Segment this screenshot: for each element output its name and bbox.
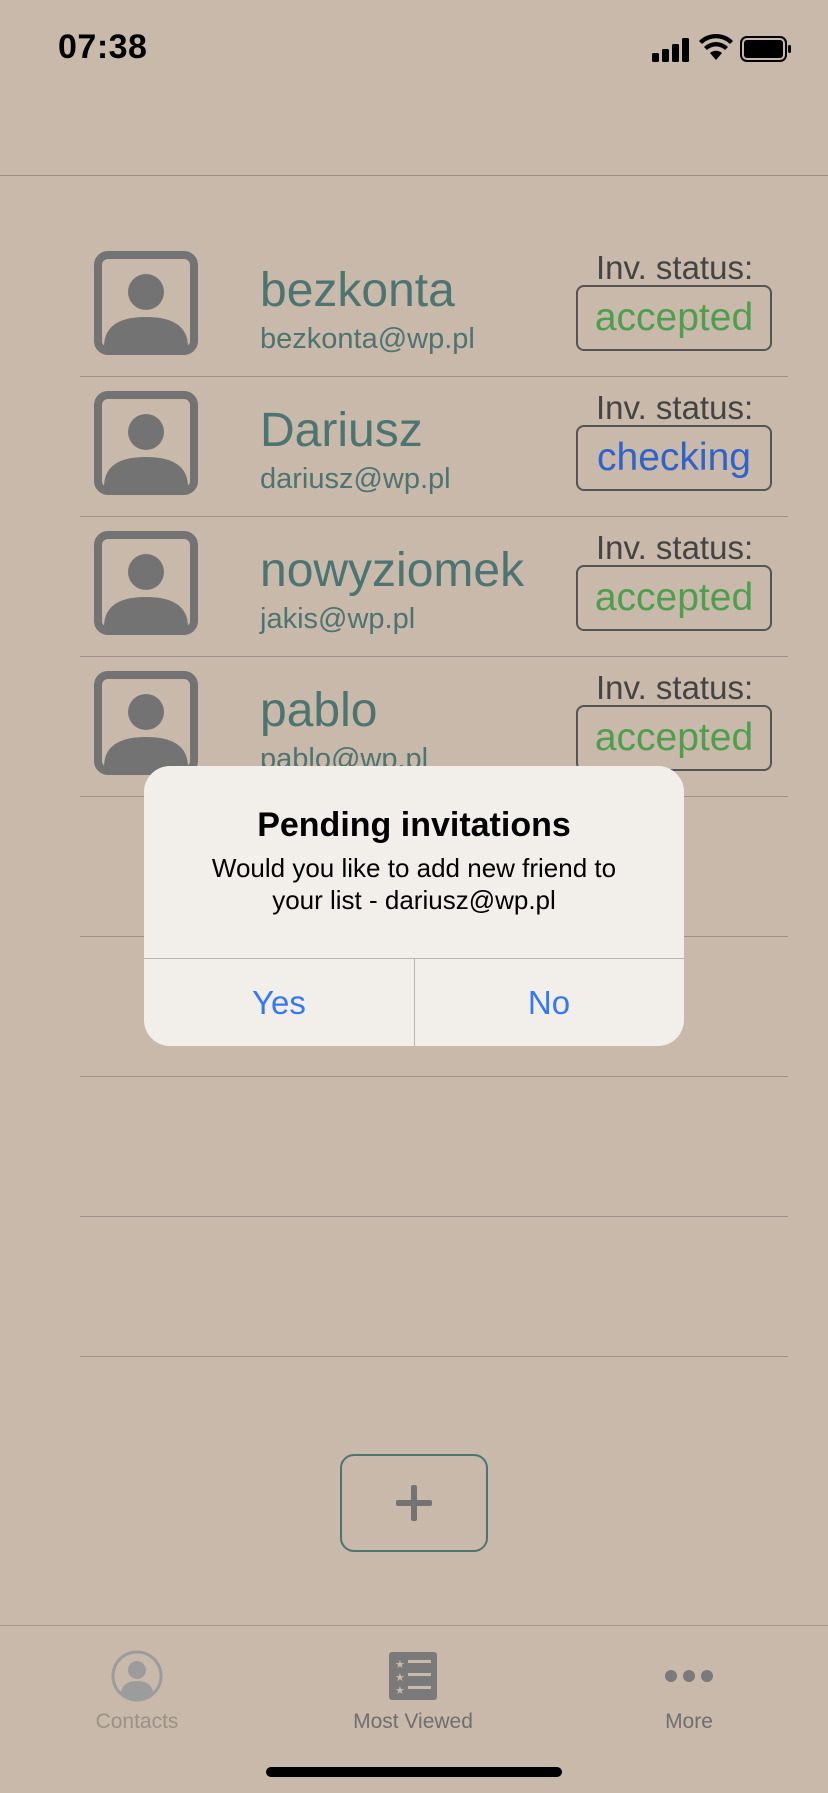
svg-text:★: ★ bbox=[395, 1684, 405, 1697]
home-indicator[interactable] bbox=[266, 1767, 562, 1777]
status-time: 07:38 bbox=[58, 28, 148, 66]
empty-row-divider bbox=[80, 1216, 788, 1217]
contact-row[interactable]: bezkonta bezkonta@wp.pl Inv. status: acc… bbox=[80, 237, 788, 377]
invitation-status-badge[interactable]: accepted bbox=[576, 285, 772, 351]
plus-icon bbox=[396, 1485, 432, 1521]
battery-icon bbox=[740, 36, 791, 62]
star-list-icon: ★ ★ ★ bbox=[389, 1652, 437, 1700]
alert-title: Pending invitations bbox=[257, 806, 571, 844]
invitation-status-label: Inv. status: bbox=[596, 669, 754, 706]
pending-invitations-alert: Pending invitations Would you like to ad… bbox=[144, 766, 684, 1046]
contact-name: Dariusz bbox=[260, 404, 423, 457]
svg-text:★: ★ bbox=[395, 1658, 405, 1671]
navigation-bar-divider bbox=[0, 175, 828, 176]
person-circle-icon bbox=[111, 1650, 163, 1702]
alert-message: Would you like to add new friend to your… bbox=[211, 853, 617, 915]
contact-name: nowyziomek bbox=[260, 544, 525, 597]
contact-row[interactable]: Dariusz dariusz@wp.pl Inv. status: check… bbox=[80, 377, 788, 517]
invitation-status-badge[interactable]: accepted bbox=[576, 705, 772, 771]
cellular-signal-icon bbox=[652, 38, 692, 62]
yes-button[interactable]: Yes bbox=[144, 959, 414, 1046]
status-bar: 07:38 bbox=[0, 0, 828, 100]
invitation-status-badge[interactable]: checking bbox=[576, 425, 772, 491]
contact-email: jakis@wp.pl bbox=[260, 603, 416, 635]
more-dots-icon bbox=[665, 1670, 713, 1682]
contact-row[interactable]: nowyziomek jakis@wp.pl Inv. status: acce… bbox=[80, 517, 788, 657]
invitation-status-label: Inv. status: bbox=[596, 249, 754, 286]
contact-name: bezkonta bbox=[260, 264, 455, 317]
no-button[interactable]: No bbox=[414, 959, 684, 1046]
tab-most-viewed[interactable]: ★ ★ ★ Most Viewed bbox=[313, 1638, 513, 1738]
invitation-status-badge[interactable]: accepted bbox=[576, 565, 772, 631]
tab-label: Most Viewed bbox=[353, 1710, 473, 1733]
invitation-status-label: Inv. status: bbox=[596, 389, 754, 426]
svg-text:★: ★ bbox=[395, 1671, 405, 1684]
invitation-status-label: Inv. status: bbox=[596, 529, 754, 566]
contact-placeholder-icon bbox=[94, 531, 198, 635]
contact-name: pablo bbox=[260, 684, 378, 737]
tab-contacts[interactable]: Contacts bbox=[37, 1638, 237, 1738]
contact-email: dariusz@wp.pl bbox=[260, 463, 451, 495]
tab-label: More bbox=[665, 1710, 713, 1733]
tab-more[interactable]: More bbox=[589, 1638, 789, 1738]
contact-placeholder-icon bbox=[94, 251, 198, 355]
contact-placeholder-icon bbox=[94, 671, 198, 775]
empty-row-divider bbox=[80, 1076, 788, 1077]
wifi-icon bbox=[699, 34, 733, 60]
contact-email: bezkonta@wp.pl bbox=[260, 323, 475, 355]
add-contact-button[interactable] bbox=[340, 1454, 488, 1552]
contact-placeholder-icon bbox=[94, 391, 198, 495]
empty-row-divider bbox=[80, 1356, 788, 1357]
tab-label: Contacts bbox=[95, 1710, 179, 1733]
